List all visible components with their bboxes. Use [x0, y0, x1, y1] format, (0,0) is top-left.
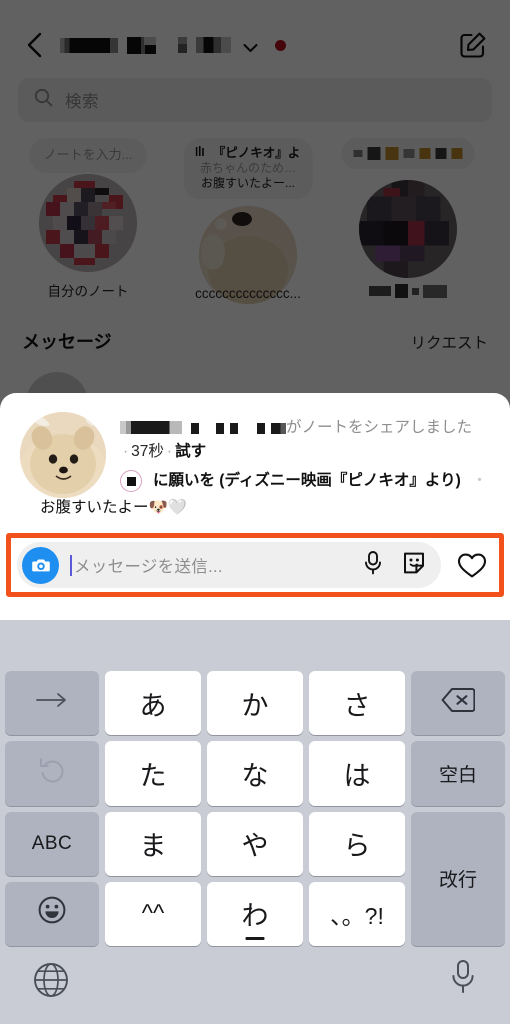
avatar[interactable]: [359, 180, 457, 278]
shared-note-second-line: お腹すいたよー🐶🤍: [40, 499, 188, 517]
username-redacted-block: [196, 37, 231, 53]
unread-indicator-dot: [275, 39, 286, 51]
japanese-keyboard: あ か さ た な は 空白 ABC ま や ら 改行 ^^ わ 、。?!: [0, 620, 510, 1024]
arrow-right-icon: [35, 692, 69, 714]
notes-carousel[interactable]: ノートを入力... 自分のノート 『ピノキオ』よ 赤ちゃんのため… お腹すいたよ…: [0, 138, 510, 318]
punctuation-key[interactable]: 、。?!: [309, 881, 405, 946]
kana-ka-key[interactable]: か: [207, 671, 303, 736]
backspace-icon: [441, 687, 476, 720]
delete-key[interactable]: [411, 671, 505, 736]
timestamp: 37秒: [131, 442, 164, 460]
back-icon[interactable]: [22, 30, 48, 60]
keyboard-keys: あ か さ た な は 空白 ABC ま や ら 改行 ^^ わ 、。?!: [5, 671, 505, 946]
sender-redacted-block: [216, 423, 224, 434]
kana-ma-key[interactable]: ま: [105, 811, 201, 876]
undo-icon: [38, 756, 66, 791]
abc-mode-key[interactable]: ABC: [5, 811, 99, 876]
sender-redacted-block: [191, 423, 199, 434]
note-item-friend-1[interactable]: 『ピノキオ』よ 赤ちゃんのため… お腹すいたよー... cccccccccccc…: [172, 138, 324, 318]
kana-ta-key[interactable]: た: [105, 741, 201, 806]
kana-wa-key[interactable]: わ: [207, 881, 303, 946]
return-key[interactable]: 改行: [411, 811, 505, 946]
note-bubble-line-1: 『ピノキオ』よ: [195, 145, 300, 161]
note-item-friend-2[interactable]: [332, 138, 484, 318]
kaomoji-key-label: ^^: [141, 899, 165, 927]
music-disc-icon: [120, 470, 142, 493]
emoji-key[interactable]: [5, 881, 99, 946]
smiley-icon: [38, 896, 66, 931]
kana-ya-key[interactable]: や: [207, 811, 303, 876]
message-input-pill[interactable]: メッセージを送信...: [17, 542, 441, 588]
kana-wa-key-label: わ: [242, 894, 269, 933]
search-icon: [34, 88, 53, 112]
kaomoji-key[interactable]: ^^: [105, 881, 201, 946]
account-switcher[interactable]: [60, 36, 286, 54]
instagram-direct-screen: 検索 ノートを入力... 自分のノート 『ピノキオ』よ 赤ちゃんのため… お腹す…: [0, 0, 510, 1024]
note-share-headline: がノートをシェアしました· 37秒 · 試す: [120, 416, 494, 463]
shared-note-text: に願いを (ディズニー映画『ピノキオ』より): [153, 472, 461, 490]
username-redacted-block: [60, 37, 118, 53]
dictation-microphone-icon[interactable]: [449, 959, 477, 1000]
avatar[interactable]: [20, 412, 106, 498]
kana-na-key[interactable]: な: [207, 741, 303, 806]
requests-link[interactable]: リクエスト: [410, 331, 488, 353]
cursor-right-key[interactable]: [5, 671, 99, 736]
try-link[interactable]: 試す: [175, 443, 206, 460]
note-bubble-line-3: お腹すいたよー...: [200, 176, 296, 191]
share-action-text: がノートをシェアしました: [286, 419, 473, 436]
sender-redacted-block: [230, 423, 238, 434]
sender-redacted-block: [271, 423, 286, 434]
separator-dot: ·: [166, 442, 173, 460]
username-redacted-block: [178, 37, 187, 53]
note-label: [332, 284, 484, 298]
space-key[interactable]: 空白: [411, 741, 505, 806]
chevron-down-icon[interactable]: [243, 40, 258, 52]
page-title: メッセージ: [22, 332, 112, 352]
note-bubble-redacted: [353, 147, 463, 160]
kana-a-key[interactable]: あ: [105, 671, 201, 736]
navigation-bar: [0, 18, 510, 72]
punctuation-key-label: 、。?!: [330, 902, 384, 929]
kana-ha-key[interactable]: は: [309, 741, 405, 806]
microphone-icon[interactable]: [362, 550, 384, 581]
note-item-own[interactable]: ノートを入力... 自分のノート: [12, 138, 164, 318]
undo-key[interactable]: [5, 741, 99, 806]
separator-dot: ·: [123, 442, 129, 460]
note-bubble[interactable]: ノートを入力...: [29, 138, 147, 173]
shared-note-text-truncation: ・: [471, 472, 488, 490]
search-placeholder: 検索: [65, 93, 99, 111]
shared-note-content: に願いを (ディズニー映画『ピノキオ』より) ・: [120, 469, 494, 493]
search-input[interactable]: 検索: [18, 78, 492, 122]
message-input-placeholder[interactable]: メッセージを送信...: [74, 553, 362, 577]
sticker-icon[interactable]: [401, 550, 427, 581]
sender-redacted-block: [120, 421, 182, 434]
kana-ra-key[interactable]: ら: [309, 811, 405, 876]
messages-section-header: メッセージ リクエスト: [0, 328, 510, 354]
message-input-highlight: メッセージを送信...: [6, 533, 504, 597]
sender-redacted-block: [257, 423, 265, 434]
note-bubble[interactable]: 『ピノキオ』よ 赤ちゃんのため… お腹すいたよー...: [183, 138, 313, 199]
kana-sa-key[interactable]: さ: [309, 671, 405, 736]
note-bubble-line-2: 赤ちゃんのため…: [199, 161, 297, 175]
keyboard-bottom-bar: [0, 946, 510, 1024]
message-input-bar: メッセージを送信...: [11, 538, 499, 592]
camera-icon[interactable]: [22, 546, 59, 584]
note-label: cccccccccccccc...: [195, 286, 301, 301]
text-cursor: [70, 554, 72, 576]
note-label: 自分のノート: [47, 284, 129, 299]
username-redacted-block: [127, 36, 156, 54]
avatar[interactable]: [39, 174, 137, 272]
heart-icon[interactable]: [455, 548, 489, 582]
music-note-icon: [195, 145, 206, 161]
globe-language-icon[interactable]: [33, 962, 69, 1003]
note-bubble[interactable]: [341, 138, 475, 169]
compose-new-message-icon[interactable]: [458, 30, 488, 60]
